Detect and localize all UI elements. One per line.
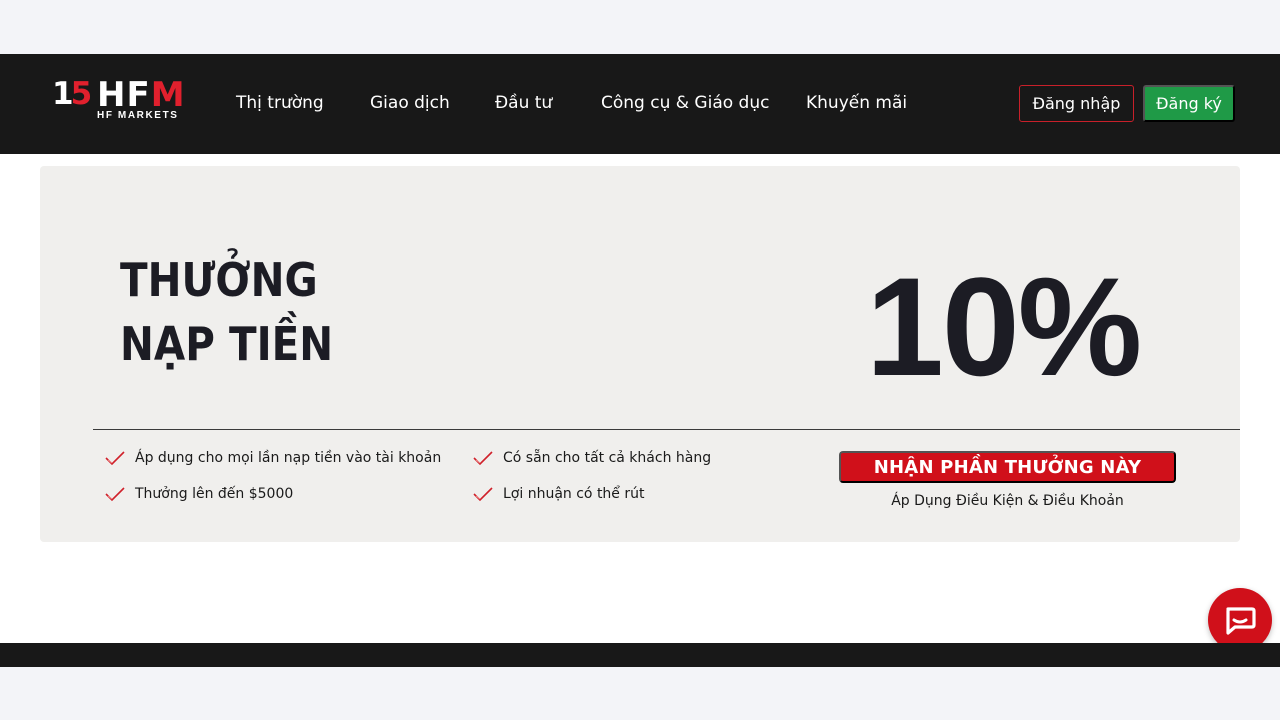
- feature-text: Có sẵn cho tất cả khách hàng: [503, 450, 712, 466]
- claim-bonus-button[interactable]: NHẬN PHẦN THƯỞNG NÀY: [839, 451, 1176, 483]
- banner-divider: [93, 429, 1240, 430]
- feature-item: Thưởng lên đến $5000: [104, 486, 293, 502]
- main-content: THƯỞNG NẠP TIỀN 10% Áp dụng cho mọi lần …: [0, 154, 1280, 643]
- register-button[interactable]: Đăng ký: [1143, 85, 1235, 122]
- hfm-logo[interactable]: 15 HFM HF MARKETS: [52, 75, 192, 128]
- nav-item-trading[interactable]: Giao dịch: [370, 93, 450, 113]
- feature-text: Lợi nhuận có thể rút: [503, 486, 645, 502]
- login-button[interactable]: Đăng nhập: [1019, 85, 1134, 122]
- bottom-band: [0, 667, 1280, 720]
- logo-subtitle: HF MARKETS: [97, 110, 179, 121]
- feature-item: Lợi nhuận có thể rút: [472, 486, 644, 502]
- nav-item-promotions[interactable]: Khuyến mãi: [806, 93, 907, 113]
- headline-line-2: NẠP TIỀN: [120, 317, 334, 371]
- logo-wordmark: HFM: [97, 75, 186, 115]
- check-icon: [473, 451, 493, 466]
- logo-anniversary-number: 15: [52, 76, 92, 112]
- banner-headline: THƯỞNG NẠP TIỀN: [120, 248, 333, 376]
- feature-item: Có sẵn cho tất cả khách hàng: [472, 450, 711, 466]
- nav-item-tools-education[interactable]: Công cụ & Giáo dục: [601, 93, 769, 113]
- feature-text: Áp dụng cho mọi lần nạp tiền vào tài kho…: [135, 450, 442, 466]
- deposit-bonus-banner: THƯỞNG NẠP TIỀN 10% Áp dụng cho mọi lần …: [40, 166, 1240, 542]
- nav-item-markets[interactable]: Thị trường: [236, 93, 324, 113]
- bonus-percent: 10%: [866, 248, 1142, 405]
- headline-line-1: THƯỞNG: [120, 253, 318, 307]
- nav-item-invest[interactable]: Đầu tư: [495, 93, 552, 113]
- footer-band: [0, 643, 1280, 667]
- chat-bubble-icon: [1226, 607, 1256, 635]
- feature-item: Áp dụng cho mọi lần nạp tiền vào tài kho…: [104, 450, 441, 466]
- feature-text: Thưởng lên đến $5000: [135, 486, 294, 502]
- top-band: [0, 0, 1280, 54]
- check-icon: [105, 451, 125, 466]
- check-icon: [473, 487, 493, 502]
- navbar: 15 HFM HF MARKETS Thị trường Giao dịch Đ…: [0, 54, 1280, 154]
- check-icon: [105, 487, 125, 502]
- terms-link[interactable]: Áp Dụng Điều Kiện & Điều Khoản: [839, 493, 1176, 509]
